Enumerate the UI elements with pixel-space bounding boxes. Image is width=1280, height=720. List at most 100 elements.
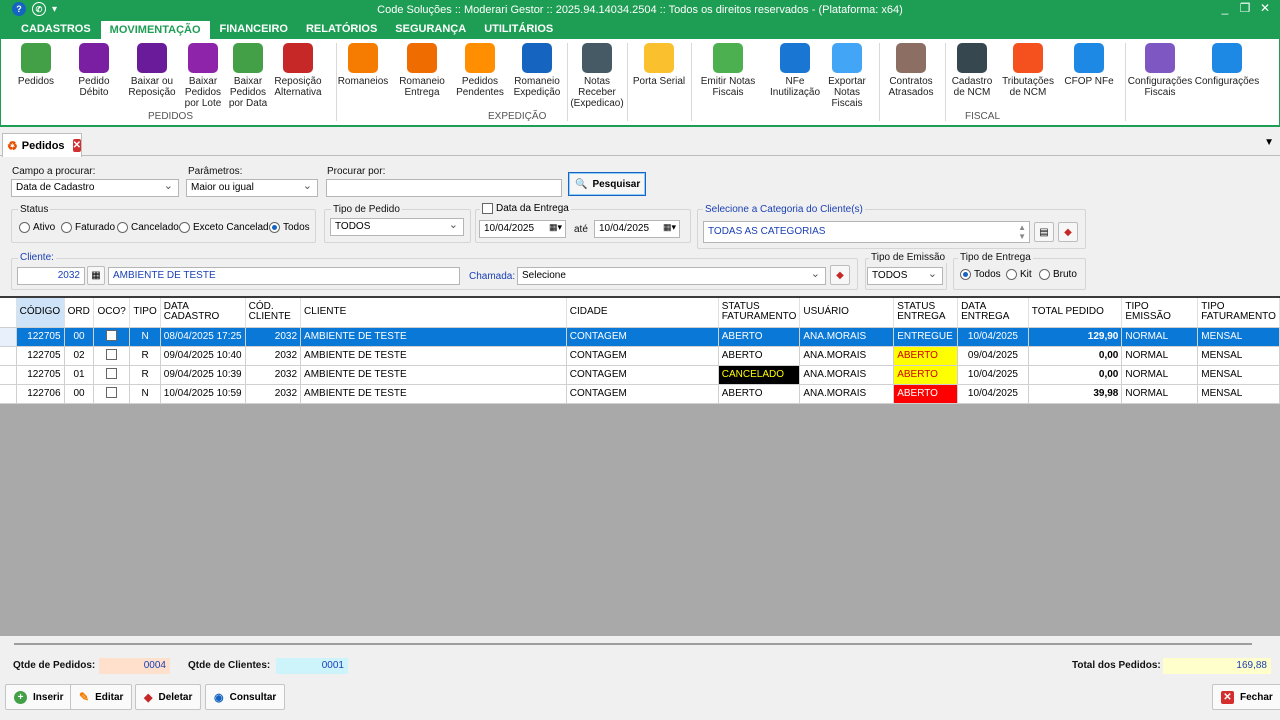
spin-arrows-icon[interactable]: ▲ ▼ — [1018, 223, 1026, 241]
cliente-code-input[interactable]: 2032 — [17, 267, 85, 285]
deletar-button[interactable]: ◆ Deletar — [135, 684, 202, 710]
qtde-pedidos-value: 0004 — [99, 658, 170, 674]
parametros-select[interactable]: Maior ou igual — [186, 179, 318, 197]
radio-label: Exceto Cancelado — [193, 222, 275, 233]
entrega-todos-radio[interactable]: Todos — [960, 269, 1001, 280]
client-lookup-icon[interactable]: ▦ — [87, 266, 105, 285]
ribbon-button-21[interactable]: Configurações — [1192, 43, 1262, 87]
column-header[interactable]: CIDADE — [566, 298, 719, 328]
calendar-dropdown-icon[interactable]: ▦▾ — [549, 222, 562, 233]
column-header[interactable]: OCO? — [93, 298, 131, 328]
entrega-kit-radio[interactable]: Kit — [1006, 269, 1032, 280]
oco-checkbox[interactable] — [106, 367, 118, 379]
editar-button[interactable]: ✎ Editar — [70, 684, 133, 710]
column-header[interactable]: TOTAL PEDIDO — [1028, 298, 1123, 328]
column-header[interactable]: TIPO FATURAMENTO — [1197, 298, 1280, 328]
ribbon-button-19[interactable]: CFOP NFe — [1054, 43, 1124, 87]
ribbon-button-12[interactable]: Porta Serial — [624, 43, 694, 87]
oco-checkbox[interactable] — [106, 329, 118, 341]
close-window-icon[interactable]: ✕ — [1258, 1, 1272, 15]
orders-tab-icon: ♻ — [7, 138, 18, 153]
cell-status-entrega: ENTREGUE — [893, 327, 959, 347]
oco-checkbox[interactable] — [106, 386, 118, 398]
tipo-entrega-label: Tipo de Entrega — [958, 252, 1033, 263]
categoria-list[interactable]: TODAS AS CATEGORIAS ▲ ▼ — [703, 221, 1030, 243]
cell-tipo-faturamento: MENSAL — [1197, 384, 1280, 404]
radio-circle-icon — [117, 222, 128, 233]
tipo-emissao-select[interactable]: TODOS — [867, 267, 943, 285]
tab-movimentacao[interactable]: MOVIMENTAÇÃO — [99, 20, 211, 39]
tipo-pedido-select[interactable]: TODOS — [330, 218, 464, 236]
status-faturado-radio[interactable]: Faturado — [61, 222, 115, 233]
column-header[interactable]: STATUS ENTREGA — [893, 298, 959, 328]
column-header[interactable]: CÓDIGO — [16, 298, 65, 328]
ribbon-tabs: CADASTROS MOVIMENTAÇÃO FINANCEIRO RELATÓ… — [0, 20, 1280, 39]
tab-list-dropdown-icon[interactable]: ▼ — [1264, 137, 1274, 148]
tab-financeiro[interactable]: FINANCEIRO — [211, 20, 297, 39]
column-header[interactable]: ORD — [64, 298, 95, 328]
column-header[interactable]: DATA CADASTRO — [160, 298, 246, 328]
cell-codigo: 122706 — [16, 384, 65, 404]
calendar-dropdown-icon[interactable]: ▦▾ — [663, 222, 676, 233]
ribbon-button-15[interactable]: Exportar Notas Fiscais — [812, 43, 882, 109]
cell-cliente: AMBIENTE DE TESTE — [300, 327, 567, 347]
eraser-icon[interactable]: ◆ — [830, 265, 850, 285]
table-row[interactable]: 122705 00 N 08/04/2025 17:25 2032 AMBIENTE DE… — [0, 327, 1280, 347]
column-header[interactable]: STATUS FATURAMENTO — [718, 298, 801, 328]
eraser-icon[interactable]: ◆ — [1058, 222, 1078, 242]
status-exceto-cancelado-radio[interactable]: Exceto Cancelado — [179, 222, 274, 233]
status-todos-radio[interactable]: Todos — [269, 222, 310, 233]
fechar-button[interactable]: ✕ Fechar — [1212, 684, 1280, 710]
pesquisar-label: Pesquisar — [592, 178, 641, 190]
pesquisar-button[interactable]: 🔍 Pesquisar — [568, 172, 646, 196]
restore-icon[interactable]: ❐ — [1238, 1, 1252, 15]
close-icon: ✕ — [1221, 690, 1234, 704]
ribbon-button-6[interactable]: Reposição Alternativa — [263, 43, 333, 98]
tab-seguranca[interactable]: SEGURANÇA — [386, 20, 475, 39]
cell-total: 39,98 — [1028, 384, 1123, 404]
date-to-input[interactable]: 10/04/2025 ▦▾ — [594, 220, 680, 238]
oco-checkbox[interactable] — [106, 348, 118, 360]
tab-utilitarios[interactable]: UTILITÁRIOS — [475, 20, 562, 39]
cell-data-cadastro: 08/04/2025 17:25 — [160, 327, 246, 347]
table-row[interactable]: 122706 00 N 10/04/2025 10:59 2032 AMBIENTE DE… — [0, 384, 1280, 404]
inserir-button[interactable]: + Inserir — [5, 684, 73, 710]
minimize-icon[interactable]: _ — [1218, 1, 1232, 15]
column-header[interactable]: USUÁRIO — [799, 298, 895, 328]
table-row[interactable]: 122705 02 R 09/04/2025 10:40 2032 AMBIENTE DE… — [0, 346, 1280, 366]
tab-cadastros[interactable]: CADASTROS — [12, 20, 100, 39]
column-header[interactable]: TIPO — [129, 298, 161, 328]
doc-tab-pedidos[interactable]: ♻ Pedidos ✕ — [2, 133, 82, 157]
horizontal-scrollbar[interactable] — [14, 643, 1252, 645]
ribbon-button-label: Configurações — [1194, 76, 1260, 87]
date-from-input[interactable]: 10/04/2025 ▦▾ — [479, 220, 566, 238]
chamada-select[interactable]: Selecione — [517, 267, 826, 285]
consultar-button[interactable]: ◉ Consultar — [205, 684, 286, 710]
ribbon-button-20[interactable]: Configurações Fiscais — [1125, 43, 1195, 98]
cliente-name-input[interactable]: AMBIENTE DE TESTE — [108, 267, 460, 285]
radio-circle-icon — [1039, 269, 1050, 280]
ribbon-button-11[interactable]: Notas Receber (Expedicao) — [562, 43, 632, 109]
column-header[interactable]: CÓD. CLIENTE — [245, 298, 302, 328]
cell-cod-cliente: 2032 — [245, 365, 302, 385]
data-entrega-checkbox[interactable]: Data da Entrega — [480, 203, 571, 214]
campo-select[interactable]: Data de Cadastro — [11, 179, 179, 197]
status-cancelado-radio[interactable]: Cancelado — [117, 222, 179, 233]
close-tab-icon[interactable]: ✕ — [72, 139, 81, 152]
tab-relatorios[interactable]: RELATÓRIOS — [297, 20, 386, 39]
column-header[interactable]: CLIENTE — [300, 298, 567, 328]
ribbon-button-label: Tributações de NCM — [1002, 76, 1054, 98]
status-ativo-radio[interactable]: Ativo — [19, 222, 55, 233]
ribbon-button-13[interactable]: Emitir Notas Fiscais — [693, 43, 763, 98]
column-header[interactable]: TIPO EMISSÃO — [1121, 298, 1199, 328]
ribbon: PEDIDOS EXPEDIÇÃO FISCAL Pedidos Pedido D… — [0, 39, 1280, 127]
ribbon-button-18[interactable]: Tributações de NCM — [993, 43, 1063, 98]
procurar-input[interactable] — [326, 179, 562, 197]
column-header[interactable]: DATA ENTREGA — [957, 298, 1029, 328]
ribbon-button-16[interactable]: Contratos Atrasados — [876, 43, 946, 98]
window-title: Code Soluções :: Moderari Gestor :: 2025… — [377, 4, 903, 16]
cell-status-faturamento: ABERTO — [718, 346, 801, 366]
table-row[interactable]: 122705 01 R 09/04/2025 10:39 2032 AMBIENTE DE… — [0, 365, 1280, 385]
list-search-icon[interactable]: ▤ — [1034, 222, 1054, 242]
entrega-bruto-radio[interactable]: Bruto — [1039, 269, 1077, 280]
